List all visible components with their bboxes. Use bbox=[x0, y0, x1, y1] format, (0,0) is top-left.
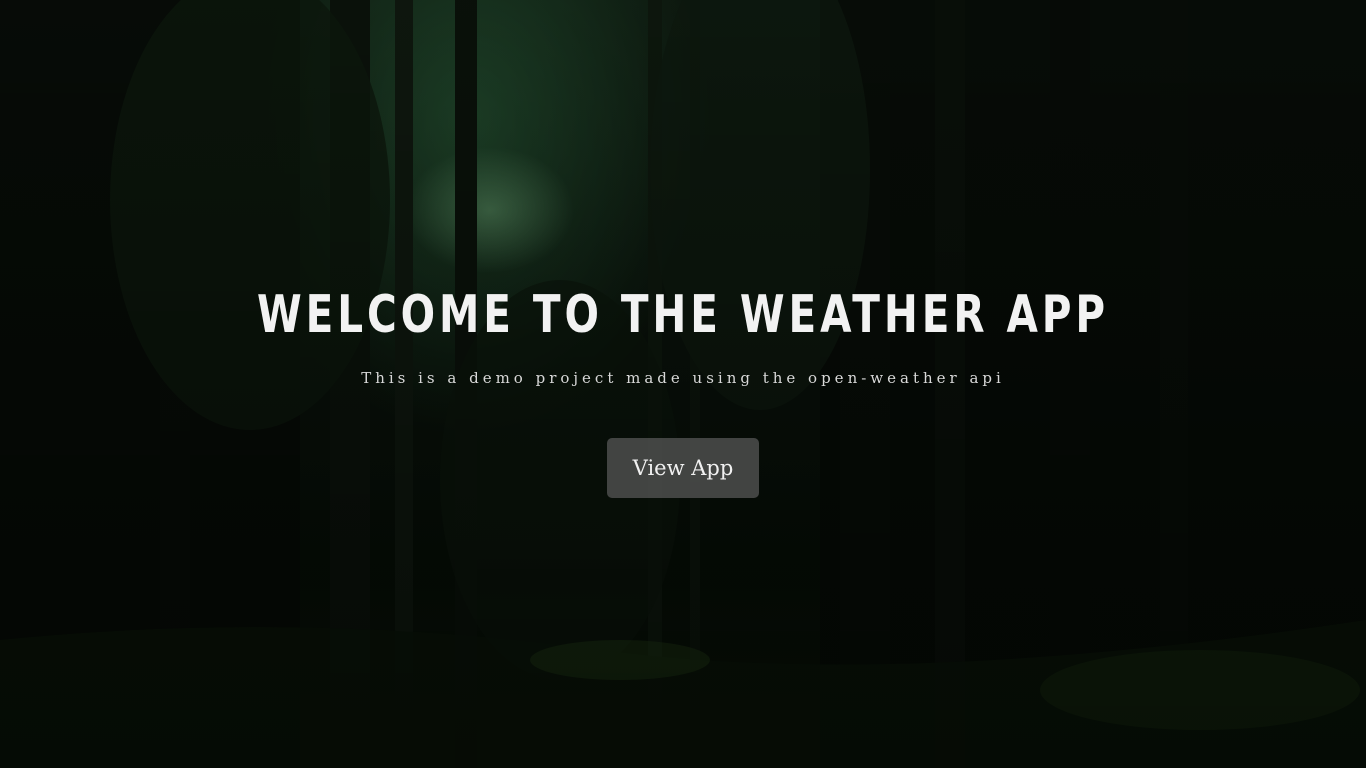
hero-section: WELCOME TO THE WEATHER APP This is a dem… bbox=[0, 0, 1366, 768]
view-app-button[interactable]: View App bbox=[607, 438, 759, 498]
page-subtitle: This is a demo project made using the op… bbox=[361, 369, 1005, 387]
page-title: WELCOME TO THE WEATHER APP bbox=[256, 285, 1110, 345]
hero-content: WELCOME TO THE WEATHER APP This is a dem… bbox=[0, 0, 1366, 768]
